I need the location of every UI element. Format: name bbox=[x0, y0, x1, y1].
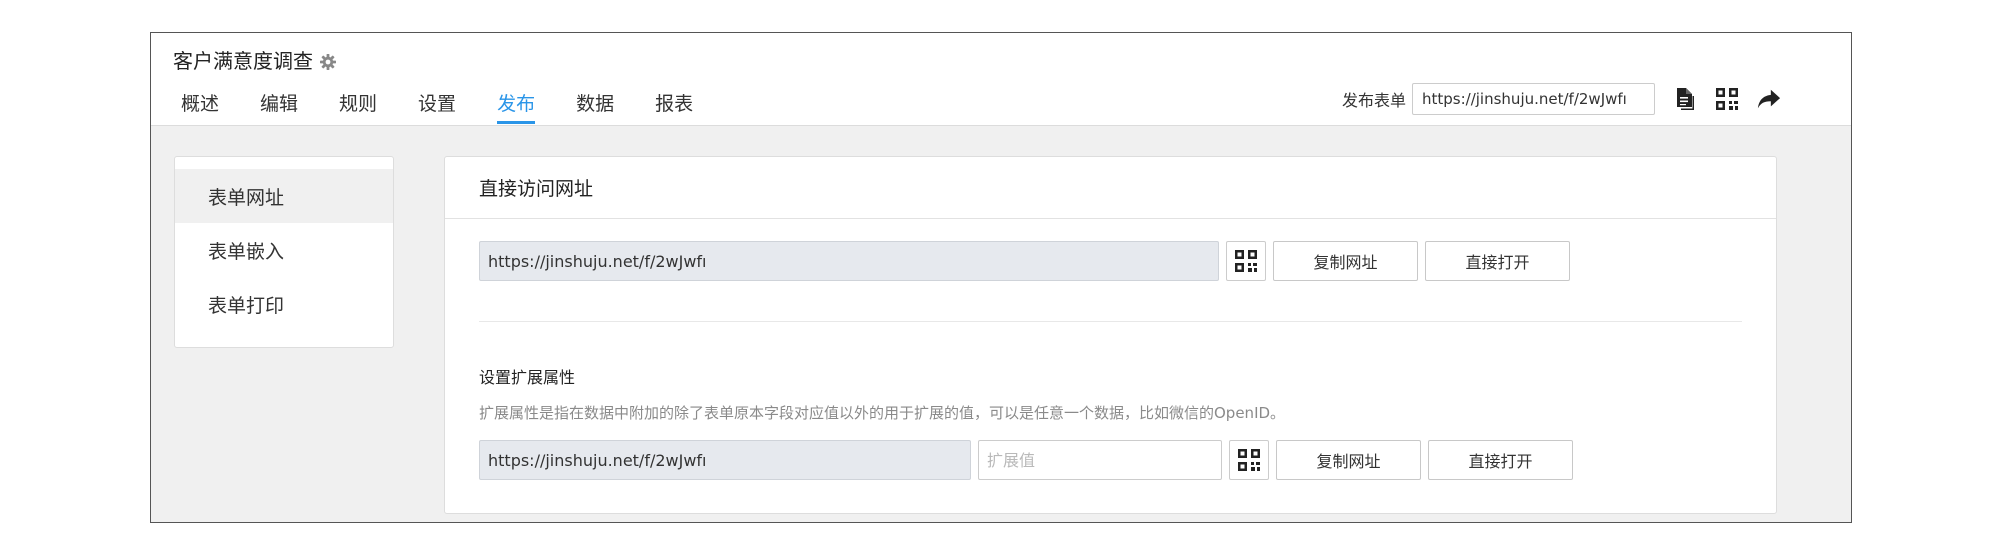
extension-copy-url-button[interactable]: 复制网址 bbox=[1276, 440, 1421, 480]
qr-code-icon bbox=[1238, 449, 1260, 471]
direct-qr-button[interactable] bbox=[1226, 241, 1266, 281]
extension-url-row: https://jinshuju.net/f/2wJwfı 扩展值 复制网址 直… bbox=[479, 440, 1573, 480]
direct-url-field[interactable]: https://jinshuju.net/f/2wJwfı bbox=[479, 241, 1219, 281]
publish-url-field[interactable]: https://jinshuju.net/f/2wJwfı bbox=[1412, 83, 1655, 115]
tab-publish[interactable]: 发布 bbox=[497, 89, 536, 124]
share-arrow-icon[interactable] bbox=[1757, 87, 1781, 111]
gear-icon[interactable] bbox=[319, 52, 337, 70]
publish-bar: 发布表单 https://jinshuju.net/f/2wJwfı bbox=[1342, 83, 1781, 115]
qr-code-icon bbox=[1235, 250, 1257, 272]
publish-label: 发布表单 bbox=[1341, 91, 1406, 110]
sidebar: 表单网址 表单嵌入 表单打印 bbox=[174, 156, 394, 348]
tab-settings[interactable]: 设置 bbox=[418, 89, 456, 124]
card-title: 直接访问网址 bbox=[445, 157, 1776, 219]
extension-open-button[interactable]: 直接打开 bbox=[1428, 440, 1573, 480]
form-title: 客户满意度调查 bbox=[173, 45, 337, 74]
tab-reports[interactable]: 报表 bbox=[655, 89, 693, 124]
direct-open-button[interactable]: 直接打开 bbox=[1425, 241, 1570, 281]
tab-bar: 概述 编辑 规则 设置 发布 数据 报表 bbox=[181, 89, 734, 124]
tab-data[interactable]: 数据 bbox=[576, 89, 614, 124]
qr-code-icon[interactable] bbox=[1715, 87, 1739, 111]
extension-qr-button[interactable] bbox=[1229, 440, 1269, 480]
app-window: 客户满意度调查 概述 编辑 规则 设置 发布 数据 报表 发布表单 https:… bbox=[150, 32, 1852, 523]
tab-edit[interactable]: 编辑 bbox=[260, 89, 298, 124]
sidebar-item-form-embed[interactable]: 表单嵌入 bbox=[175, 223, 393, 277]
content-card: 直接访问网址 https://jinshuju.net/f/2wJwfı 复制网… bbox=[444, 156, 1777, 514]
sidebar-item-form-print[interactable]: 表单打印 bbox=[175, 277, 393, 331]
direct-copy-url-button[interactable]: 复制网址 bbox=[1273, 241, 1418, 281]
extension-description: 扩展属性是指在数据中附加的除了表单原本字段对应值以外的用于扩展的值，可以是任意一… bbox=[479, 404, 1286, 422]
tab-overview[interactable]: 概述 bbox=[181, 89, 219, 124]
extension-section-title: 设置扩展属性 bbox=[479, 368, 576, 387]
direct-url-row: https://jinshuju.net/f/2wJwfı 复制网址 直接打开 bbox=[479, 241, 1570, 281]
extension-value-input[interactable] bbox=[978, 440, 1222, 480]
tab-rules[interactable]: 规则 bbox=[339, 89, 377, 124]
divider bbox=[479, 321, 1742, 322]
form-title-text: 客户满意度调查 bbox=[173, 49, 313, 73]
copy-document-icon[interactable] bbox=[1673, 87, 1697, 111]
sidebar-item-form-url[interactable]: 表单网址 bbox=[175, 169, 393, 223]
header: 客户满意度调查 概述 编辑 规则 设置 发布 数据 报表 发布表单 https:… bbox=[151, 33, 1851, 126]
extension-url-field[interactable]: https://jinshuju.net/f/2wJwfı bbox=[479, 440, 971, 480]
